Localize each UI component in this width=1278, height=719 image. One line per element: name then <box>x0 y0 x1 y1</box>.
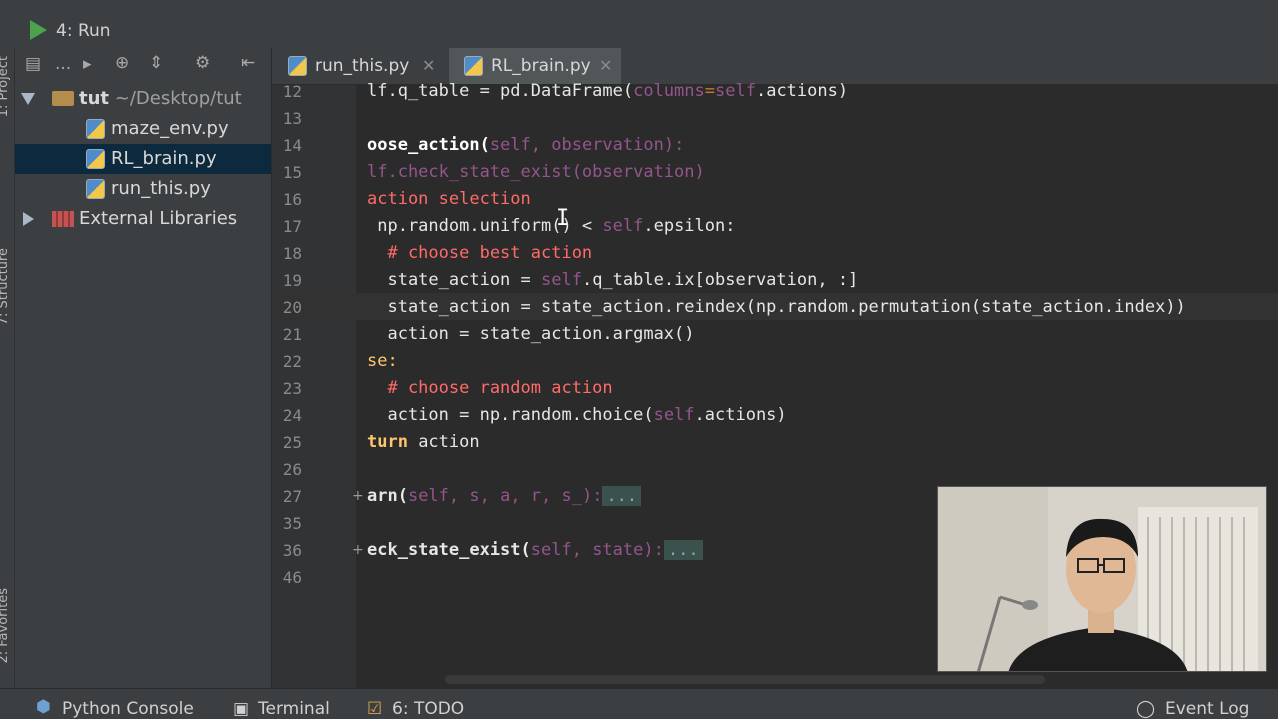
tree-folder-name: tut <box>79 88 110 109</box>
code-line-27: arn(self, s, a, r, s_):... <box>367 483 642 510</box>
run-icon[interactable] <box>30 20 47 40</box>
terminal-button[interactable]: Terminal <box>258 699 330 719</box>
run-toolbar: 4: Run <box>0 12 1278 48</box>
python-file-icon <box>464 56 483 76</box>
hide-panel-icon[interactable]: ⇤ <box>241 53 255 73</box>
line-number: 18 <box>282 244 302 263</box>
line-number: 12 <box>282 82 302 101</box>
line-number: 46 <box>282 568 302 587</box>
fold-expand-icon[interactable]: + <box>352 542 364 558</box>
collapse-all-icon[interactable]: ⇕ <box>149 53 163 73</box>
line-number: 13 <box>282 109 302 128</box>
code-line-18: # choose best action <box>367 243 593 263</box>
tree-folder-path: ~/Desktop/tut <box>114 88 242 109</box>
line-number: 35 <box>282 514 302 533</box>
code-line-22: se: <box>367 351 398 371</box>
collapsed-block[interactable]: ... <box>602 486 642 506</box>
code-line-12: lf.q_table = pd.DataFrame(columns=self.a… <box>367 81 849 101</box>
terminal-icon[interactable]: ▣ <box>233 699 249 719</box>
todo-icon[interactable]: ☑ <box>367 699 382 719</box>
left-tool-strip: 1: Project 7: Structure 2: Favorites <box>0 48 15 688</box>
line-number: 20 <box>282 298 302 317</box>
tree-file-rl-brain[interactable]: RL_brain.py <box>15 144 271 174</box>
project-panel: ▤ ... ▸ ⊕ ⇕ ⚙ ⇤ tut ~/Desktop/tut maze_e… <box>15 48 272 688</box>
structure-tool-tab[interactable]: 7: Structure <box>0 248 14 325</box>
python-file-icon <box>288 56 307 76</box>
tree-file-maze-env[interactable]: maze_env.py <box>15 114 271 144</box>
close-icon[interactable]: ✕ <box>599 56 612 75</box>
tree-file-label: RL_brain.py <box>111 148 217 169</box>
code-line-17: np.random.uniform() < self.epsilon: <box>367 216 736 236</box>
tree-external-libraries-label: External Libraries <box>79 208 238 229</box>
gear-icon[interactable]: ⚙ <box>195 53 210 73</box>
tree-file-run-this[interactable]: run_this.py <box>15 174 271 204</box>
expand-arrow-icon[interactable]: ▸ <box>83 54 92 74</box>
project-view-dots[interactable]: ... <box>55 54 71 74</box>
event-log-icon[interactable]: ◯ <box>1136 699 1155 719</box>
tree-external-libraries[interactable]: External Libraries <box>15 204 271 234</box>
bottom-tool-bar: ⬢ Python Console ▣ Terminal ☑ 6: TODO ◯ … <box>0 688 1278 719</box>
code-line-14: oose_action(self, observation): <box>367 135 685 155</box>
line-number: 26 <box>282 460 302 479</box>
todo-button[interactable]: 6: TODO <box>392 699 464 719</box>
code-line-20: state_action = state_action.reindex(np.r… <box>367 297 1186 317</box>
line-number: 21 <box>282 325 302 344</box>
python-console-icon[interactable]: ⬢ <box>36 697 51 717</box>
line-number: 36 <box>282 541 302 560</box>
line-number: 23 <box>282 379 302 398</box>
code-line-25: turn action <box>367 432 480 452</box>
line-number: 16 <box>282 190 302 209</box>
fold-expand-icon[interactable]: + <box>352 488 364 504</box>
line-number: 25 <box>282 433 302 452</box>
line-number: 22 <box>282 352 302 371</box>
project-tool-tab[interactable]: 1: Project <box>0 56 14 117</box>
line-number: 27 <box>282 487 302 506</box>
favorites-tool-tab[interactable]: 2: Favorites <box>0 588 14 664</box>
tab-label: RL_brain.py <box>491 56 591 76</box>
line-number: 15 <box>282 163 302 182</box>
python-file-icon <box>86 149 105 169</box>
line-number: 17 <box>282 217 302 236</box>
event-log-button[interactable]: Event Log <box>1165 699 1249 719</box>
tree-folder-tut[interactable]: tut ~/Desktop/tut <box>15 84 271 114</box>
tree-file-label: run_this.py <box>111 178 211 199</box>
webcam-overlay <box>937 486 1267 672</box>
webcam-image <box>938 487 1266 671</box>
run-tool-label[interactable]: 4: Run <box>56 21 111 41</box>
tree-file-label: maze_env.py <box>111 118 229 139</box>
project-view-icon[interactable]: ▤ <box>25 54 41 74</box>
tab-label: run_this.py <box>315 56 410 76</box>
line-number: 24 <box>282 406 302 425</box>
editor-horizontal-scrollbar[interactable] <box>445 675 1045 684</box>
code-line-19: state_action = self.q_table.ix[observati… <box>367 270 859 290</box>
close-icon[interactable]: ✕ <box>422 56 435 75</box>
code-line-24: action = np.random.choice(self.actions) <box>367 405 787 425</box>
text-cursor-icon: I <box>556 206 570 231</box>
folder-icon <box>52 91 74 106</box>
line-number: 19 <box>282 271 302 290</box>
code-line-15: lf.check_state_exist(observation) <box>367 162 705 182</box>
chevron-down-icon[interactable] <box>21 93 35 105</box>
collapsed-block[interactable]: ... <box>663 540 703 560</box>
chevron-right-icon[interactable] <box>23 212 34 226</box>
code-line-23: # choose random action <box>367 378 613 398</box>
python-file-icon <box>86 179 105 199</box>
python-file-icon <box>86 119 105 139</box>
library-icon <box>52 211 74 227</box>
code-line-36: eck_state_exist(self, state):... <box>367 537 703 564</box>
code-line-16: action selection <box>367 189 531 209</box>
python-console-button[interactable]: Python Console <box>62 699 194 719</box>
scroll-from-source-icon[interactable]: ⊕ <box>115 53 129 73</box>
code-line-21: action = state_action.argmax() <box>367 324 695 344</box>
line-number: 14 <box>282 136 302 155</box>
